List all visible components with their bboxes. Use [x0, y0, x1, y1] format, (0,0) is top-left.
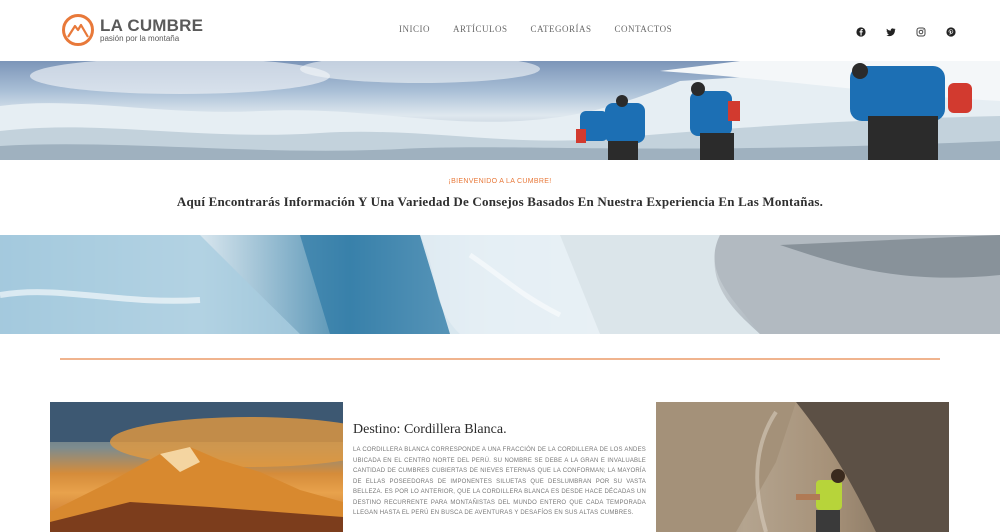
- nav-item-contactos[interactable]: CONTACTOS: [614, 24, 672, 34]
- mountain-logo-icon: [62, 14, 94, 46]
- destination-description: LA CORDILLERA BLANCA CORRESPONDE A UNA F…: [353, 447, 646, 516]
- nav-item-inicio[interactable]: INICIO: [399, 24, 430, 34]
- section-divider: [60, 358, 940, 360]
- main-nav: INICIO ARTÍCULOS CATEGORÍAS CONTACTOS: [399, 24, 695, 34]
- hero-ice-cave-image: [0, 235, 1000, 334]
- welcome-title: Aquí Encontrarás Información Y Una Varie…: [176, 194, 824, 209]
- hero-glacier-climbers-image: [0, 61, 1000, 160]
- nav-item-categorias[interactable]: CATEGORÍAS: [530, 24, 591, 34]
- instagram-icon[interactable]: [916, 24, 926, 37]
- welcome-kicker: ¡BIENVENIDO A LA CUMBRE!: [448, 178, 552, 185]
- social-links: [856, 24, 976, 37]
- logo-subtitle: pasión por la montaña: [100, 34, 180, 43]
- twitter-icon[interactable]: [886, 24, 896, 37]
- pinterest-icon[interactable]: [946, 24, 956, 37]
- destination-title[interactable]: Destino: Cordillera Blanca.: [353, 422, 507, 438]
- facebook-icon[interactable]: [856, 24, 866, 37]
- site-header: LA CUMBRE pasión por la montaña INICIO A…: [0, 0, 1000, 61]
- rock-climber-image[interactable]: [656, 402, 949, 532]
- mountain-sunset-image[interactable]: [50, 402, 343, 532]
- logo-title: LA CUMBRE: [100, 16, 204, 35]
- nav-item-articulos[interactable]: ARTÍCULOS: [453, 24, 507, 34]
- site-logo[interactable]: LA CUMBRE pasión por la montaña: [62, 14, 203, 46]
